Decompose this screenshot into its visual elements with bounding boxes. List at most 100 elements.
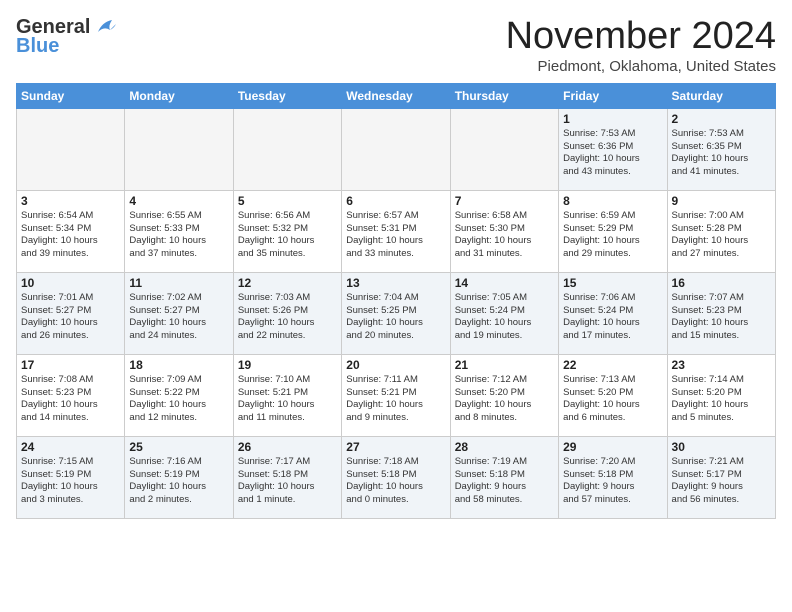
- weekday-header-wednesday: Wednesday: [342, 83, 450, 108]
- title-block: November 2024 Piedmont, Oklahoma, United…: [506, 16, 776, 75]
- day-info: Sunrise: 7:53 AM Sunset: 6:36 PM Dayligh…: [563, 128, 662, 179]
- day-number: 7: [455, 194, 554, 208]
- calendar-cell: 21 Sunrise: 7:12 AM Sunset: 5:20 PM Dayli…: [450, 354, 558, 436]
- calendar-cell: 7 Sunrise: 6:58 AM Sunset: 5:30 PM Daylig…: [450, 190, 558, 272]
- weekday-header-tuesday: Tuesday: [233, 83, 341, 108]
- calendar-cell: 6Sunrise: 6:57 AM Sunset: 5:31 PM Daylig…: [342, 190, 450, 272]
- calendar-cell: 25Sunrise: 7:16 AM Sunset: 5:19 PM Dayli…: [125, 436, 233, 518]
- day-number: 19: [238, 358, 337, 372]
- logo: General Blue: [16, 16, 116, 58]
- day-number: 10: [21, 276, 120, 290]
- calendar-week-1: 1 Sunrise: 7:53 AM Sunset: 6:36 PM Daylig…: [17, 108, 776, 190]
- calendar-cell: 29 Sunrise: 7:20 AM Sunset: 5:18 PM Dayli…: [559, 436, 667, 518]
- day-number: 5: [238, 194, 337, 208]
- day-info: Sunrise: 7:21 AM Sunset: 5:17 PM Dayligh…: [672, 456, 771, 507]
- day-number: 26: [238, 440, 337, 454]
- day-info: Sunrise: 7:20 AM Sunset: 5:18 PM Dayligh…: [563, 456, 662, 507]
- weekday-header-thursday: Thursday: [450, 83, 558, 108]
- calendar-cell: 17 Sunrise: 7:08 AM Sunset: 5:23 PM Dayli…: [17, 354, 125, 436]
- calendar-week-3: 10 Sunrise: 7:01 AM Sunset: 5:27 PM Dayli…: [17, 272, 776, 354]
- calendar-cell: 2 Sunrise: 7:53 AM Sunset: 6:35 PM Daylig…: [667, 108, 775, 190]
- calendar-cell: 1 Sunrise: 7:53 AM Sunset: 6:36 PM Daylig…: [559, 108, 667, 190]
- day-info: Sunrise: 7:08 AM Sunset: 5:23 PM Dayligh…: [21, 374, 120, 425]
- day-info: Sunrise: 6:56 AM Sunset: 5:32 PM Dayligh…: [238, 210, 337, 261]
- calendar-cell: 12 Sunrise: 7:03 AM Sunset: 5:26 PM Dayli…: [233, 272, 341, 354]
- calendar-cell: 4Sunrise: 6:55 AM Sunset: 5:33 PM Daylig…: [125, 190, 233, 272]
- calendar-cell: 30 Sunrise: 7:21 AM Sunset: 5:17 PM Dayli…: [667, 436, 775, 518]
- day-info: Sunrise: 7:09 AM Sunset: 5:22 PM Dayligh…: [129, 374, 228, 425]
- day-info: Sunrise: 7:05 AM Sunset: 5:24 PM Dayligh…: [455, 292, 554, 343]
- day-number: 25: [129, 440, 228, 454]
- day-number: 27: [346, 440, 445, 454]
- day-number: 11: [129, 276, 228, 290]
- day-number: 18: [129, 358, 228, 372]
- calendar-cell: [342, 108, 450, 190]
- day-number: 16: [672, 276, 771, 290]
- calendar-cell: [233, 108, 341, 190]
- day-info: Sunrise: 7:00 AM Sunset: 5:28 PM Dayligh…: [672, 210, 771, 261]
- location: Piedmont, Oklahoma, United States: [506, 58, 776, 75]
- day-number: 1: [563, 112, 662, 126]
- day-info: Sunrise: 6:59 AM Sunset: 5:29 PM Dayligh…: [563, 210, 662, 261]
- calendar-cell: 11 Sunrise: 7:02 AM Sunset: 5:27 PM Dayli…: [125, 272, 233, 354]
- day-info: Sunrise: 7:53 AM Sunset: 6:35 PM Dayligh…: [672, 128, 771, 179]
- logo-blue: Blue: [16, 35, 59, 58]
- day-number: 15: [563, 276, 662, 290]
- day-info: Sunrise: 6:58 AM Sunset: 5:30 PM Dayligh…: [455, 210, 554, 261]
- calendar-cell: 14 Sunrise: 7:05 AM Sunset: 5:24 PM Dayli…: [450, 272, 558, 354]
- day-number: 14: [455, 276, 554, 290]
- day-number: 28: [455, 440, 554, 454]
- calendar-cell: [125, 108, 233, 190]
- logo-bird-icon: [94, 18, 116, 36]
- weekday-header-saturday: Saturday: [667, 83, 775, 108]
- calendar-cell: [17, 108, 125, 190]
- calendar-cell: 13Sunrise: 7:04 AM Sunset: 5:25 PM Dayli…: [342, 272, 450, 354]
- day-info: Sunrise: 7:14 AM Sunset: 5:20 PM Dayligh…: [672, 374, 771, 425]
- day-info: Sunrise: 7:01 AM Sunset: 5:27 PM Dayligh…: [21, 292, 120, 343]
- calendar-cell: 27 Sunrise: 7:18 AM Sunset: 5:18 PM Dayli…: [342, 436, 450, 518]
- day-number: 29: [563, 440, 662, 454]
- day-number: 23: [672, 358, 771, 372]
- page: General Blue November 2024 Piedmont, Okl…: [0, 0, 792, 527]
- calendar-cell: 3Sunrise: 6:54 AM Sunset: 5:34 PM Daylig…: [17, 190, 125, 272]
- calendar-cell: 10 Sunrise: 7:01 AM Sunset: 5:27 PM Dayli…: [17, 272, 125, 354]
- calendar-cell: 24 Sunrise: 7:15 AM Sunset: 5:19 PM Dayli…: [17, 436, 125, 518]
- weekday-header-row: SundayMondayTuesdayWednesdayThursdayFrid…: [17, 83, 776, 108]
- calendar-cell: 19 Sunrise: 7:10 AM Sunset: 5:21 PM Dayli…: [233, 354, 341, 436]
- calendar-cell: 5 Sunrise: 6:56 AM Sunset: 5:32 PM Daylig…: [233, 190, 341, 272]
- day-number: 17: [21, 358, 120, 372]
- day-number: 12: [238, 276, 337, 290]
- calendar-week-2: 3Sunrise: 6:54 AM Sunset: 5:34 PM Daylig…: [17, 190, 776, 272]
- day-number: 9: [672, 194, 771, 208]
- day-info: Sunrise: 7:18 AM Sunset: 5:18 PM Dayligh…: [346, 456, 445, 507]
- day-number: 24: [21, 440, 120, 454]
- day-info: Sunrise: 7:15 AM Sunset: 5:19 PM Dayligh…: [21, 456, 120, 507]
- month-title: November 2024: [506, 16, 776, 58]
- day-info: Sunrise: 7:03 AM Sunset: 5:26 PM Dayligh…: [238, 292, 337, 343]
- day-info: Sunrise: 7:02 AM Sunset: 5:27 PM Dayligh…: [129, 292, 228, 343]
- calendar-cell: 9 Sunrise: 7:00 AM Sunset: 5:28 PM Daylig…: [667, 190, 775, 272]
- calendar-cell: 18 Sunrise: 7:09 AM Sunset: 5:22 PM Dayli…: [125, 354, 233, 436]
- day-info: Sunrise: 7:12 AM Sunset: 5:20 PM Dayligh…: [455, 374, 554, 425]
- day-number: 30: [672, 440, 771, 454]
- day-info: Sunrise: 7:10 AM Sunset: 5:21 PM Dayligh…: [238, 374, 337, 425]
- calendar-cell: 28 Sunrise: 7:19 AM Sunset: 5:18 PM Dayli…: [450, 436, 558, 518]
- header: General Blue November 2024 Piedmont, Okl…: [16, 16, 776, 75]
- day-info: Sunrise: 7:17 AM Sunset: 5:18 PM Dayligh…: [238, 456, 337, 507]
- day-number: 2: [672, 112, 771, 126]
- calendar-cell: 22 Sunrise: 7:13 AM Sunset: 5:20 PM Dayli…: [559, 354, 667, 436]
- day-number: 8: [563, 194, 662, 208]
- day-number: 4: [129, 194, 228, 208]
- day-number: 22: [563, 358, 662, 372]
- day-info: Sunrise: 7:06 AM Sunset: 5:24 PM Dayligh…: [563, 292, 662, 343]
- weekday-header-friday: Friday: [559, 83, 667, 108]
- day-info: Sunrise: 6:54 AM Sunset: 5:34 PM Dayligh…: [21, 210, 120, 261]
- day-number: 21: [455, 358, 554, 372]
- calendar-cell: 26 Sunrise: 7:17 AM Sunset: 5:18 PM Dayli…: [233, 436, 341, 518]
- day-info: Sunrise: 7:13 AM Sunset: 5:20 PM Dayligh…: [563, 374, 662, 425]
- calendar-cell: 23 Sunrise: 7:14 AM Sunset: 5:20 PM Dayli…: [667, 354, 775, 436]
- calendar-cell: 8 Sunrise: 6:59 AM Sunset: 5:29 PM Daylig…: [559, 190, 667, 272]
- calendar-cell: 20Sunrise: 7:11 AM Sunset: 5:21 PM Dayli…: [342, 354, 450, 436]
- day-number: 20: [346, 358, 445, 372]
- day-info: Sunrise: 7:19 AM Sunset: 5:18 PM Dayligh…: [455, 456, 554, 507]
